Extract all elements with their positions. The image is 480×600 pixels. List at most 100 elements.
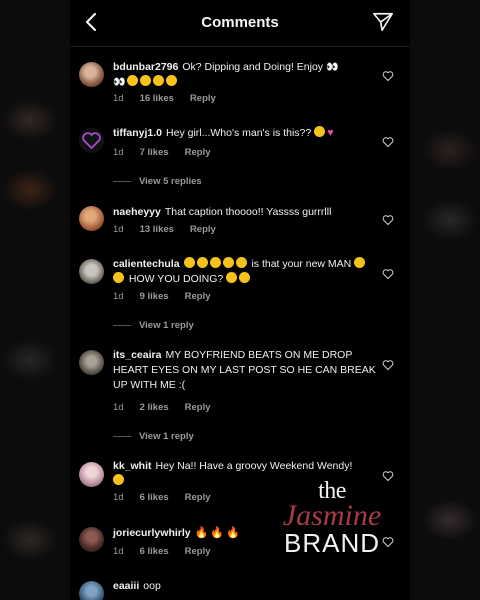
comment-username[interactable]: tiffanyj1.0 <box>113 127 162 139</box>
avatar[interactable] <box>79 581 104 600</box>
comment-text: bdunbar2796 Ok? Dipping and Doing! Enjoy … <box>113 60 373 90</box>
sparkling-heart-emoji-icon: ♥ <box>327 127 334 139</box>
smile-emoji-icon <box>140 75 152 86</box>
thinking-emoji-icon <box>222 257 234 268</box>
comment-age: 1d <box>113 224 124 235</box>
view-replies-button[interactable]: View 1 reply <box>113 320 194 331</box>
comment-age: 1d <box>113 402 124 413</box>
comment-body: That caption thoooo!! Yassss gurrrlll <box>164 206 332 218</box>
likes-count[interactable]: 13 likes <box>140 224 174 235</box>
avatar[interactable] <box>79 259 104 284</box>
view-replies-button[interactable]: View 1 reply <box>113 431 194 442</box>
comment-text: kk_whit Hey Na!! Have a groovy Weekend We… <box>113 459 373 489</box>
heart-outline-icon[interactable] <box>382 214 394 226</box>
laughing-emoji-icon <box>183 257 195 268</box>
smile-emoji-icon <box>113 474 124 485</box>
comment-body-cont: HOW YOU DOING? <box>128 273 224 285</box>
heart-logo-icon <box>82 132 101 150</box>
comment-age: 1d <box>113 492 124 503</box>
paper-plane-icon[interactable] <box>372 11 394 33</box>
reply-button[interactable]: Reply <box>190 93 216 104</box>
comment-text: calientechula is that your new MAN HOW Y… <box>113 257 373 287</box>
heart-outline-icon[interactable] <box>382 70 394 82</box>
avatar[interactable] <box>79 462 104 487</box>
smirk-emoji-icon <box>127 75 139 86</box>
comment-username[interactable]: naeheyyy <box>113 206 161 218</box>
likes-count[interactable]: 6 likes <box>140 492 169 503</box>
page-title: Comments <box>201 14 279 31</box>
likes-count[interactable]: 7 likes <box>140 147 169 158</box>
comment-text: tiffanyj1.0 Hey girl...Who's man's is thi… <box>113 126 373 141</box>
comment-meta: 1d 9 likes Reply <box>113 291 227 302</box>
comment-body: oop <box>143 580 161 592</box>
comment-age: 1d <box>113 546 124 557</box>
likes-count[interactable]: 2 likes <box>140 402 169 413</box>
comment-meta: 1d 13 likes Reply <box>113 224 232 235</box>
view-replies-button[interactable]: View 5 replies <box>113 176 202 187</box>
avatar[interactable] <box>79 128 104 153</box>
heart-outline-icon[interactable] <box>382 536 394 548</box>
divider-line <box>113 180 131 182</box>
header-bar: Comments <box>70 0 410 47</box>
eyes-emoji-icon: 👀 <box>325 62 339 73</box>
smirk-emoji-icon <box>314 126 326 137</box>
reply-button[interactable]: Reply <box>185 291 211 302</box>
laughing-emoji-icon <box>239 272 251 283</box>
fire-emoji-icon: 🔥 <box>210 527 225 539</box>
comment-username[interactable]: joriecurlywhirly <box>113 527 191 539</box>
comment-username[interactable]: kk_whit <box>113 460 152 472</box>
laughing-emoji-icon <box>209 257 221 268</box>
comment-username[interactable]: its_ceaira <box>113 349 161 361</box>
watermark-logo: the Jasmine BRAND <box>262 479 402 556</box>
divider-line <box>113 324 131 326</box>
comment-text: naeheyyy That caption thoooo!! Yassss gur… <box>113 205 373 220</box>
reply-button[interactable]: Reply <box>185 492 211 503</box>
heart-outline-icon[interactable] <box>382 136 394 148</box>
thinking-emoji-icon <box>235 257 247 268</box>
comment-username[interactable]: bdunbar2796 <box>113 61 178 73</box>
view-replies-label: View 5 replies <box>139 176 202 187</box>
comment-username[interactable]: eaaiii <box>113 580 139 592</box>
likes-count[interactable]: 16 likes <box>140 93 174 104</box>
comment-body: is that your new MAN <box>251 258 352 270</box>
comment-meta: 1d 6 likes Reply <box>113 492 227 503</box>
comment-meta: 1d 6 likes Reply <box>113 546 227 557</box>
likes-count[interactable]: 9 likes <box>140 291 169 302</box>
laughing-emoji-icon <box>354 257 366 268</box>
comment-meta: 1d 7 likes Reply <box>113 147 227 158</box>
heart-outline-icon[interactable] <box>382 359 394 371</box>
view-replies-label: View 1 reply <box>139 320 194 331</box>
heart-outline-icon[interactable] <box>382 470 394 482</box>
eyes-emoji-icon: 👀 <box>113 77 126 88</box>
comments-screen: Comments bdunbar2796 Ok? Dipping and Doin… <box>70 0 410 600</box>
reply-button[interactable]: Reply <box>185 546 211 557</box>
reply-button[interactable]: Reply <box>185 147 211 158</box>
likes-count[interactable]: 6 likes <box>140 546 169 557</box>
comment-text: joriecurlywhirly 🔥 🔥 🔥 <box>113 526 373 541</box>
comment-text: its_ceaira MY BOYFRIEND BEATS ON ME DROP … <box>113 348 383 393</box>
avatar[interactable] <box>79 206 104 231</box>
fire-emoji-icon: 🔥 <box>194 527 209 539</box>
avatar[interactable] <box>79 527 104 552</box>
comment-body: Hey girl...Who's man's is this?? <box>166 127 312 139</box>
fire-emoji-icon: 🔥 <box>226 527 240 539</box>
comment-body: Ok? Dipping and Doing! Enjoy <box>182 61 324 73</box>
reply-button[interactable]: Reply <box>190 224 216 235</box>
comment-meta: 1d 2 likes Reply <box>113 402 227 413</box>
laughing-emoji-icon <box>226 272 238 283</box>
hearts-face-emoji-icon <box>166 75 178 86</box>
laughing-emoji-icon <box>113 272 124 283</box>
avatar[interactable] <box>79 350 104 375</box>
view-replies-label: View 1 reply <box>139 431 194 442</box>
divider-line <box>113 435 131 437</box>
heart-outline-icon[interactable] <box>382 268 394 280</box>
avatar[interactable] <box>79 62 104 87</box>
comment-age: 1d <box>113 291 124 302</box>
reply-button[interactable]: Reply <box>185 402 211 413</box>
comment-body: Hey Na!! Have a groovy Weekend Wendy! <box>155 460 353 472</box>
comment-username[interactable]: calientechula <box>113 258 180 270</box>
comment-age: 1d <box>113 93 124 104</box>
hearts-face-emoji-icon <box>153 75 165 86</box>
comment-meta: 1d 16 likes Reply <box>113 93 232 104</box>
comment-age: 1d <box>113 147 124 158</box>
